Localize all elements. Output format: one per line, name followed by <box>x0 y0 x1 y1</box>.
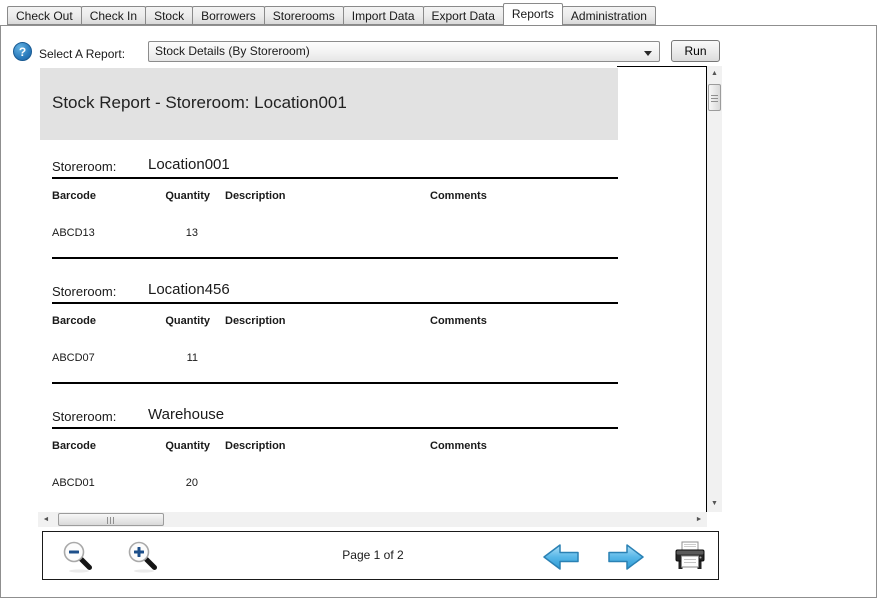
tab-borrowers[interactable]: Borrowers <box>192 6 265 25</box>
cell-barcode: ABCD13 <box>52 227 95 239</box>
storeroom-value: Location001 <box>148 156 230 173</box>
storeroom-label: Storeroom: <box>52 159 116 174</box>
horizontal-scrollbar[interactable]: ◄ ► <box>38 512 707 527</box>
run-button[interactable]: Run <box>671 40 720 62</box>
tab-check-in[interactable]: Check In <box>81 6 146 25</box>
col-description: Description <box>225 440 286 452</box>
divider <box>52 427 618 429</box>
thumb-grip-icon <box>107 517 115 524</box>
cell-quantity: 13 <box>138 227 198 239</box>
report-select-value: Stock Details (By Storeroom) <box>155 44 310 58</box>
report-section: Storeroom: Location456 Barcode Quantity … <box>38 282 638 392</box>
report-section: Storeroom: Location001 Barcode Quantity … <box>38 157 638 267</box>
col-barcode: Barcode <box>52 315 96 327</box>
scroll-down-icon[interactable]: ▼ <box>707 496 722 512</box>
col-quantity: Quantity <box>138 190 210 202</box>
preview-toolbar: Page 1 of 2 <box>42 531 719 580</box>
storeroom-value: Warehouse <box>148 406 224 423</box>
storeroom-label: Storeroom: <box>52 409 116 424</box>
col-quantity: Quantity <box>138 315 210 327</box>
divider <box>52 257 618 259</box>
storeroom-value: Location456 <box>148 281 230 298</box>
cell-quantity: 20 <box>138 477 198 489</box>
divider <box>52 302 618 304</box>
tab-check-out[interactable]: Check Out <box>7 6 82 25</box>
col-quantity: Quantity <box>138 440 210 452</box>
previous-page-icon[interactable] <box>541 542 581 572</box>
vertical-scrollbar[interactable]: ▲ ▼ <box>707 66 722 512</box>
select-report-label: Select A Report: <box>39 47 125 61</box>
chevron-down-icon <box>644 51 652 56</box>
tab-administration[interactable]: Administration <box>562 6 656 25</box>
thumb-grip-icon <box>711 94 718 102</box>
zoom-in-icon[interactable] <box>125 539 161 575</box>
tab-export-data[interactable]: Export Data <box>423 6 504 25</box>
next-page-icon[interactable] <box>606 542 646 572</box>
vertical-scroll-thumb[interactable] <box>708 84 721 111</box>
help-icon[interactable]: ? <box>13 42 32 61</box>
divider <box>52 177 618 179</box>
report-section: Storeroom: Warehouse Barcode Quantity De… <box>38 407 638 512</box>
report-preview: Stock Report - Storeroom: Location001 St… <box>38 67 707 512</box>
tab-import-data[interactable]: Import Data <box>343 6 424 25</box>
cell-barcode: ABCD01 <box>52 477 95 489</box>
col-comments: Comments <box>430 190 487 202</box>
tab-reports[interactable]: Reports <box>503 3 563 26</box>
tab-storerooms[interactable]: Storerooms <box>264 6 344 25</box>
report-title: Stock Report - Storeroom: Location001 <box>52 93 347 113</box>
col-description: Description <box>225 315 286 327</box>
cell-quantity: 11 <box>138 352 198 364</box>
col-description: Description <box>225 190 286 202</box>
print-icon[interactable] <box>672 541 708 572</box>
tab-strip: Check Out Check In Stock Borrowers Store… <box>7 6 656 26</box>
col-comments: Comments <box>430 315 487 327</box>
page-indicator: Page 1 of 2 <box>293 548 453 562</box>
scroll-right-icon[interactable]: ► <box>691 512 707 527</box>
zoom-out-icon[interactable] <box>60 539 96 575</box>
horizontal-scroll-thumb[interactable] <box>58 513 164 526</box>
col-barcode: Barcode <box>52 440 96 452</box>
divider <box>52 382 618 384</box>
scroll-up-icon[interactable]: ▲ <box>707 66 722 82</box>
col-comments: Comments <box>430 440 487 452</box>
cell-barcode: ABCD07 <box>52 352 95 364</box>
report-select[interactable]: Stock Details (By Storeroom) <box>148 41 660 62</box>
tab-stock[interactable]: Stock <box>145 6 193 25</box>
storeroom-label: Storeroom: <box>52 284 116 299</box>
scroll-left-icon[interactable]: ◄ <box>38 512 54 527</box>
col-barcode: Barcode <box>52 190 96 202</box>
